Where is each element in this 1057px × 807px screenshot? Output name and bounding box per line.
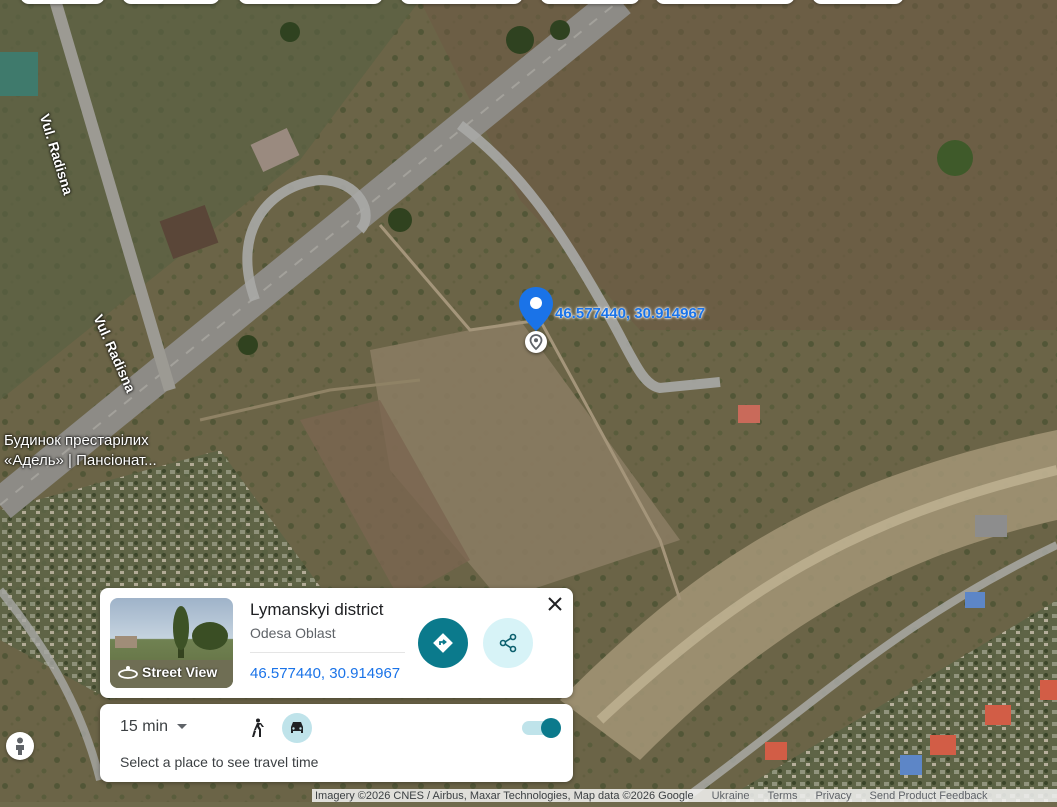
place-label-nursing-home[interactable]: Будинок престарілих «Адель» | Пансіонат.… — [4, 431, 194, 471]
map-filter-chip[interactable] — [238, 0, 383, 4]
footer-link-feedback[interactable]: Send Product Feedback — [870, 790, 988, 802]
street-view-thumbnail[interactable]: Street View — [110, 598, 233, 688]
chevron-down-icon — [177, 724, 188, 729]
toggle-knob — [541, 718, 561, 738]
travel-time-value: 15 min — [120, 718, 169, 735]
map-filter-chip[interactable] — [655, 0, 795, 4]
map-filter-chip[interactable] — [812, 0, 904, 4]
footer-link-region[interactable]: Ukraine — [712, 790, 750, 802]
drive-mode-button[interactable] — [282, 713, 312, 743]
footer-link-terms[interactable]: Terms — [768, 790, 798, 802]
footer-link-privacy[interactable]: Privacy — [815, 790, 851, 802]
walk-icon — [252, 718, 264, 737]
pin-coordinates-label: 46.577440, 30.914967 — [555, 305, 706, 322]
close-button[interactable] — [545, 594, 565, 614]
travel-time-card: 15 min Select a place to see travel time — [100, 704, 573, 782]
location-pin-icon[interactable] — [519, 287, 553, 336]
street-view-pegman-icon[interactable] — [6, 732, 34, 760]
place-coordinates[interactable]: 46.577440, 30.914967 — [250, 665, 400, 682]
directions-button[interactable] — [418, 618, 468, 668]
map-filter-chip[interactable] — [540, 0, 640, 4]
share-icon — [499, 633, 517, 653]
directions-icon — [433, 633, 453, 653]
close-icon — [548, 597, 562, 611]
travel-time-toggle[interactable] — [522, 718, 562, 738]
place-title: Lymanskyi district — [250, 600, 384, 619]
pin-location-dot-icon — [525, 331, 547, 353]
place-card: Street View Lymanskyi district Odesa Obl… — [100, 588, 573, 698]
divider — [250, 652, 405, 653]
travel-time-dropdown[interactable]: 15 min — [120, 718, 188, 736]
street-view-icon — [118, 666, 138, 679]
place-subtitle: Odesa Oblast — [250, 625, 336, 641]
map-filter-chip[interactable] — [400, 0, 523, 4]
street-view-text: Street View — [142, 664, 218, 680]
car-icon — [291, 722, 303, 733]
attribution: Imagery ©2026 CNES / Airbus, Maxar Techn… — [315, 789, 694, 802]
travel-time-hint: Select a place to see travel time — [120, 754, 319, 770]
map-footer: Imagery ©2026 CNES / Airbus, Maxar Techn… — [312, 789, 1057, 802]
map-filter-chip[interactable] — [20, 0, 105, 4]
share-button[interactable] — [483, 618, 533, 668]
street-view-label: Street View — [118, 664, 217, 680]
map-filter-chip[interactable] — [122, 0, 220, 4]
walk-mode-button[interactable] — [242, 713, 272, 743]
